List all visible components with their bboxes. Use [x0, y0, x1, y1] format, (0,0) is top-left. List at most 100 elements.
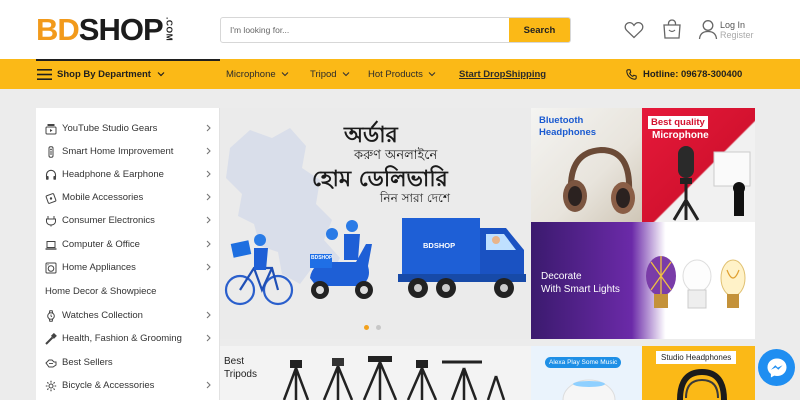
- messenger-icon: [767, 358, 786, 377]
- mobile-icon: [45, 192, 57, 204]
- slider-pagination: [364, 325, 381, 330]
- sidebar-item-label: Computer & Office: [62, 239, 140, 250]
- chevron-down-icon: [157, 72, 165, 77]
- site-header: BDSHOP .COM Search Log In Register: [0, 0, 800, 59]
- truck-brand-label: BDSHOP: [423, 241, 456, 250]
- sidebar-item-consumer-electronics[interactable]: Consumer Electronics: [36, 209, 220, 232]
- sidebar-item-smart-home[interactable]: Smart Home Improvement: [36, 140, 220, 163]
- logo-com: .COM: [164, 17, 175, 42]
- sidebar-item-label: Consumer Electronics: [62, 215, 155, 226]
- hamburger-menu-icon: [37, 68, 52, 80]
- promo-microphone[interactable]: Best quality Microphone: [642, 108, 755, 222]
- nav-tripod[interactable]: Tripod: [310, 59, 350, 89]
- search-button[interactable]: Search: [509, 18, 570, 42]
- hero-banner-slider[interactable]: অর্ডার করুণ অনলাইনে হোম ডেলিভারি নিন সার…: [220, 108, 531, 339]
- best-seller-icon: [45, 357, 57, 369]
- sidebar-item-label: Smart Home Improvement: [62, 146, 174, 157]
- promo-bluetooth-line2: Headphones: [539, 127, 597, 138]
- promo-bluetooth-headphones[interactable]: Bluetooth Headphones: [531, 108, 642, 222]
- promo-bluetooth-line1: Bluetooth: [539, 115, 584, 126]
- nav-hot-products[interactable]: Hot Products: [368, 59, 436, 89]
- sidebar-item-computer-office[interactable]: Computer & Office: [36, 233, 220, 256]
- sidebar-item-label: YouTube Studio Gears: [62, 123, 158, 134]
- laptop-icon: [45, 239, 57, 251]
- sidebar-item-best-sellers[interactable]: Best Sellers: [36, 351, 220, 374]
- chevron-right-icon: [206, 193, 211, 201]
- sidebar-item-label: Home Appliances: [62, 262, 136, 273]
- chevron-down-icon: [428, 72, 436, 77]
- site-logo[interactable]: BDSHOP .COM: [36, 14, 175, 46]
- chevron-right-icon: [206, 381, 211, 389]
- studio-headphones-product-image: [677, 368, 727, 400]
- sidebar-item-label: Health, Fashion & Grooming: [62, 333, 182, 344]
- cart-bag-icon[interactable]: [662, 19, 682, 39]
- watch-icon: [45, 309, 57, 322]
- logo-bd: BD: [36, 12, 80, 47]
- sidebar-item-label: Bicycle & Accessories: [62, 380, 155, 391]
- sidebar-item-home-decor[interactable]: Home Decor & Showpiece: [36, 280, 220, 303]
- search-input[interactable]: [221, 18, 510, 42]
- chevron-right-icon: [206, 311, 211, 319]
- tripods-product-image: [282, 356, 506, 400]
- sidebar-item-label: Best Sellers: [62, 357, 113, 368]
- electronics-icon: [45, 215, 57, 227]
- sidebar-item-mobile-accessories[interactable]: Mobile Accessories: [36, 186, 220, 209]
- chevron-down-icon: [281, 72, 289, 77]
- chevron-right-icon: [206, 216, 211, 224]
- hotline-text: Hotline: 09678-300400: [643, 68, 743, 80]
- sidebar-item-label: Home Decor & Showpiece: [45, 286, 157, 297]
- bicycle-icon: [45, 380, 57, 392]
- microphone-product-image: [672, 146, 751, 221]
- sidebar-item-label: Watches Collection: [62, 310, 143, 321]
- chevron-right-icon: [206, 147, 211, 155]
- department-label: Shop By Department: [57, 68, 151, 80]
- promo-bluetooth-title: Bluetooth Headphones: [539, 115, 596, 139]
- wishlist-heart-icon[interactable]: [624, 21, 644, 39]
- nav-start-dropshipping[interactable]: Start DropShipping: [459, 59, 546, 89]
- delivery-illustration: [224, 218, 526, 306]
- nav-microphone[interactable]: Microphone: [226, 59, 289, 89]
- promo-microphone-line1: Best quality: [648, 116, 708, 129]
- nav-tripod-label: Tripod: [310, 68, 337, 80]
- phone-icon: [626, 68, 637, 80]
- smart-speaker-product-image: [562, 379, 616, 400]
- register-link[interactable]: Register: [720, 30, 754, 40]
- chevron-right-icon: [206, 263, 211, 271]
- sidebar-item-home-appliances[interactable]: Home Appliances: [36, 256, 220, 279]
- promo-alexa-label: Alexa Play Some Music: [545, 357, 622, 368]
- chevron-right-icon: [206, 240, 211, 248]
- promo-studio-headphones[interactable]: Studio Headphones: [642, 346, 755, 400]
- chevron-right-icon: [206, 170, 211, 178]
- user-account-icon[interactable]: [698, 19, 718, 40]
- sidebar-item-youtube-studio-gears[interactable]: YouTube Studio Gears: [36, 117, 220, 140]
- sidebar-item-watches[interactable]: Watches Collection: [36, 304, 220, 327]
- smart-bulbs-product-image: [646, 256, 746, 309]
- hotline[interactable]: Hotline: 09678-300400: [626, 59, 742, 89]
- headphones-product-image: [563, 146, 635, 214]
- promo-best-tripods[interactable]: Best Tripods: [220, 346, 531, 400]
- messenger-chat-button[interactable]: [758, 349, 795, 386]
- scooter-brand-label: BDSHOP: [311, 255, 333, 261]
- sidebar-item-bicycle[interactable]: Bicycle & Accessories: [36, 374, 220, 397]
- chevron-right-icon: [206, 334, 211, 342]
- promo-tripods-title: Best Tripods: [224, 355, 257, 381]
- appliance-icon: [45, 262, 57, 274]
- account-links: Log In Register: [720, 20, 754, 40]
- slide-dot-1[interactable]: [364, 325, 369, 330]
- shop-by-department-button[interactable]: Shop By Department: [37, 59, 165, 89]
- promo-smart-lights-line2: With Smart Lights: [541, 284, 620, 295]
- sidebar-item-headphone-earphone[interactable]: Headphone & Earphone: [36, 163, 220, 186]
- department-underline: [36, 59, 220, 61]
- promo-alexa[interactable]: Alexa Play Some Music: [531, 346, 642, 400]
- sidebar-item-label: Headphone & Earphone: [62, 169, 164, 180]
- promo-smart-lights-line1: Decorate: [541, 271, 582, 282]
- slide-dot-2[interactable]: [376, 325, 381, 330]
- sidebar-item-health-fashion[interactable]: Health, Fashion & Grooming: [36, 327, 220, 350]
- nav-microphone-label: Microphone: [226, 68, 276, 80]
- search-bar: Search: [220, 17, 571, 43]
- login-link[interactable]: Log In: [720, 20, 754, 30]
- promo-smart-lights-title: Decorate With Smart Lights: [541, 270, 620, 296]
- nav-hot-products-label: Hot Products: [368, 68, 423, 80]
- promo-tripods-line1: Best: [224, 356, 245, 367]
- promo-smart-lights[interactable]: Decorate With Smart Lights: [531, 222, 755, 339]
